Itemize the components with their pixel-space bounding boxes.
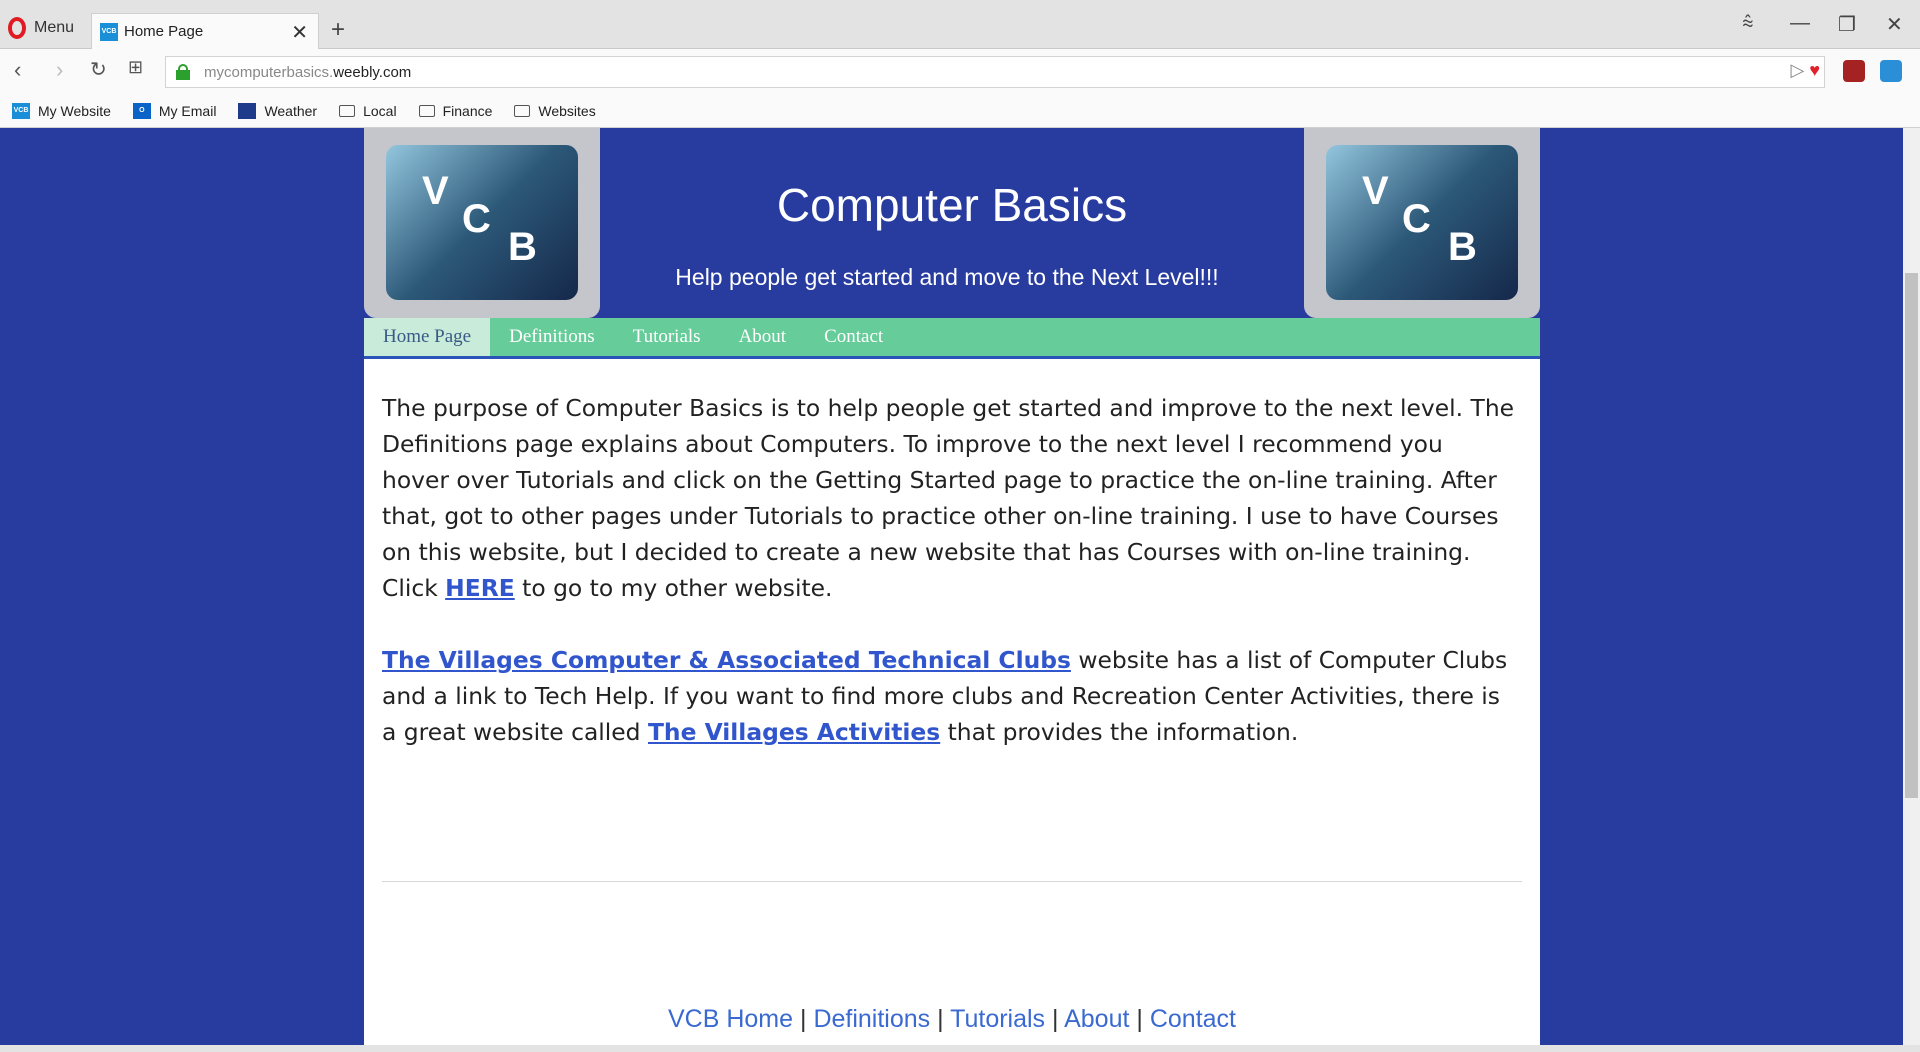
url-subdomain: mycomputerbasics. <box>204 63 334 81</box>
bookmark-finance[interactable]: Finance <box>418 103 492 119</box>
weather-icon <box>238 102 257 119</box>
site-nav: Home Page Definitions Tutorials About Co… <box>364 318 1540 359</box>
outlook-icon: O <box>132 102 151 119</box>
villages-activities-link[interactable]: The Villages Activities <box>648 718 940 746</box>
status-bar <box>0 1045 1920 1052</box>
forward-button[interactable]: › <box>56 57 63 83</box>
opera-menu-button[interactable]: Menu <box>8 14 74 42</box>
tab-title: Home Page <box>124 23 204 40</box>
bookmark-weather[interactable]: Weather <box>238 102 317 119</box>
nav-contact[interactable]: Contact <box>805 318 902 356</box>
folder-icon <box>339 104 356 117</box>
send-heart-icons[interactable]: ▷ ♥ <box>1790 60 1820 81</box>
divider <box>382 881 1522 882</box>
page-content: V C B Computer Basics Help people get st… <box>364 128 1540 1045</box>
tab-menu-icon[interactable]: ⩯ <box>1742 12 1754 35</box>
villages-computer-clubs-link[interactable]: The Villages Computer & Associated Techn… <box>382 646 1071 674</box>
footer-tutorials-link[interactable]: Tutorials <box>950 1005 1045 1033</box>
bookmark-local[interactable]: Local <box>339 103 397 119</box>
bookmark-my-email[interactable]: O My Email <box>132 102 216 119</box>
page-viewport: V C B Computer Basics Help people get st… <box>0 128 1920 1045</box>
ublock-extension-icon[interactable] <box>1843 60 1865 82</box>
speed-dial-icon[interactable]: ⊞ <box>128 57 143 78</box>
close-window-button[interactable]: ✕ <box>1886 12 1903 37</box>
lock-icon <box>176 64 190 80</box>
url-field[interactable]: mycomputerbasics. weebly.com <box>165 56 1825 88</box>
main-text: The purpose of Computer Basics is to hel… <box>382 390 1517 786</box>
bookmark-websites[interactable]: Websites <box>514 103 596 119</box>
site-header: V C B Computer Basics Help people get st… <box>364 128 1540 318</box>
ghostery-extension-icon[interactable] <box>1880 60 1902 82</box>
close-tab-icon[interactable]: ✕ <box>291 20 308 45</box>
tab-bar: Menu VCB Home Page ✕ + ⩯ — ❐ ✕ <box>0 0 1920 49</box>
vcb-logo-left[interactable]: V C B <box>386 145 578 300</box>
clubs-paragraph: The Villages Computer & Associated Techn… <box>382 646 1508 746</box>
footer-vcb-home-link[interactable]: VCB Home <box>668 1005 793 1033</box>
footer-about-link[interactable]: About <box>1064 1005 1129 1033</box>
vertical-scrollbar[interactable] <box>1903 128 1920 1045</box>
minimize-button[interactable]: — <box>1790 12 1810 35</box>
footer-nav: VCB Home | Definitions | Tutorials | Abo… <box>667 1005 1237 1033</box>
new-tab-button[interactable]: + <box>331 16 345 44</box>
reload-button[interactable]: ↻ <box>90 57 107 82</box>
site-title: Computer Basics <box>776 179 1128 231</box>
vcb-favicon-icon: VCB <box>12 102 30 119</box>
nav-about[interactable]: About <box>720 318 806 356</box>
vcb-logo-right[interactable]: V C B <box>1326 145 1518 300</box>
back-button[interactable]: ‹ <box>14 57 21 83</box>
restore-button[interactable]: ❐ <box>1838 12 1856 37</box>
tab-home-page[interactable]: VCB Home Page ✕ <box>91 13 319 49</box>
here-link[interactable]: HERE <box>445 574 515 602</box>
url-domain: weebly.com <box>333 63 412 81</box>
folder-icon <box>514 104 531 117</box>
nav-definitions[interactable]: Definitions <box>490 318 614 356</box>
footer-definitions-link[interactable]: Definitions <box>813 1005 930 1033</box>
opera-logo-icon <box>8 17 26 39</box>
menu-label: Menu <box>34 19 75 36</box>
logo-frame-left: V C B <box>364 128 600 318</box>
scrollbar-thumb[interactable] <box>1905 273 1918 798</box>
nav-tutorials[interactable]: Tutorials <box>614 318 720 356</box>
nav-home-page[interactable]: Home Page <box>364 318 491 356</box>
site-tagline: Help people get started and move to the … <box>675 264 1219 290</box>
intro-paragraph: The purpose of Computer Basics is to hel… <box>382 394 1515 602</box>
bookmark-my-website[interactable]: VCB My Website <box>12 102 111 119</box>
folder-icon <box>418 104 435 117</box>
logo-frame-right: V C B <box>1304 128 1540 318</box>
bookmarks-bar: VCB My Website O My Email Weather Local Fi… <box>0 94 1920 128</box>
footer-contact-link[interactable]: Contact <box>1150 1005 1236 1033</box>
vcb-favicon-icon: VCB <box>100 22 118 41</box>
